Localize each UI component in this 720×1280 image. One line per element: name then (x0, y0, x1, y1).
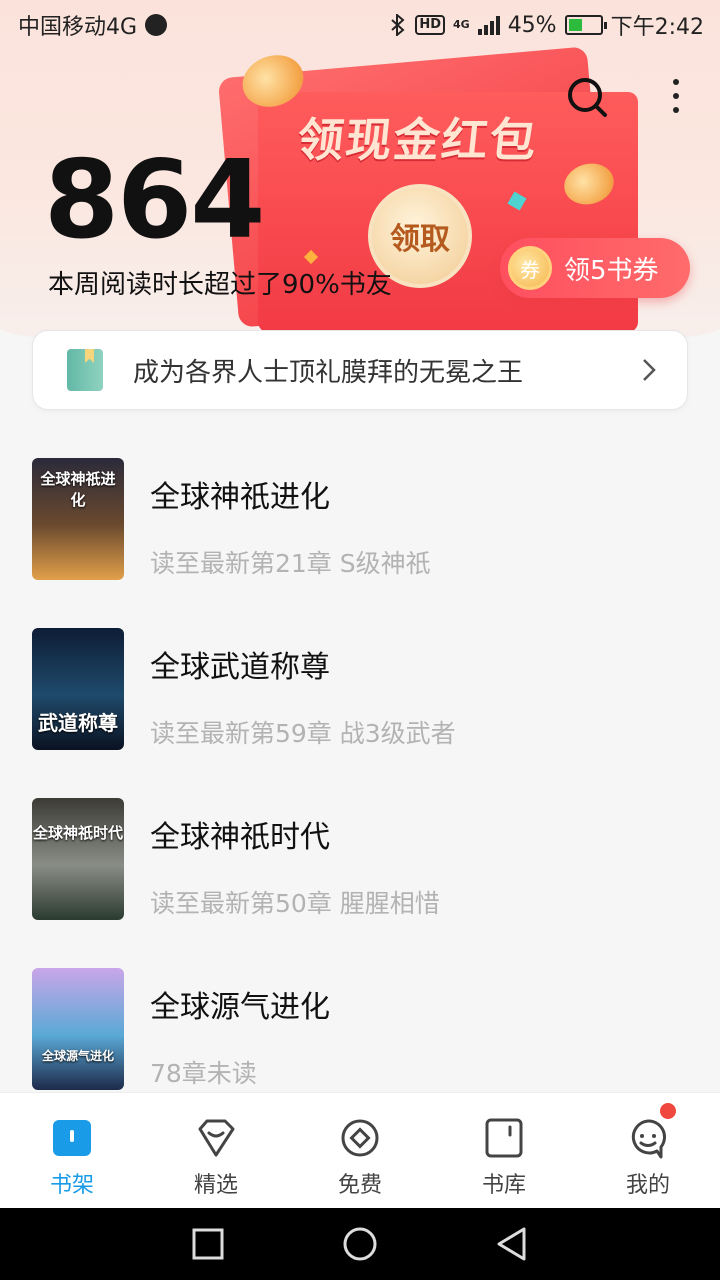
book-list-item[interactable]: 武道称尊 全球武道称尊读至最新第59章 战3级武者 (0, 618, 720, 788)
network-type: 4G (453, 18, 470, 31)
book-title: 全球神祇进化 (150, 480, 330, 515)
nav-tab-featured[interactable]: 精选 (144, 1093, 288, 1208)
recent-apps-icon[interactable] (190, 1226, 226, 1262)
battery-icon (564, 15, 607, 35)
book-cover-title: 全球神祇时代 (32, 824, 123, 842)
voucher-button[interactable]: 券 领5书券 (500, 238, 690, 298)
hd-badge: HD (415, 15, 445, 35)
nav-tab-library[interactable]: 书库 (432, 1093, 576, 1208)
book-progress: 78章未读 (150, 1059, 257, 1088)
book-list-item[interactable]: 全球神祇进化 全球神祇进化读至最新第21章 S级神祇 (0, 448, 720, 618)
search-icon[interactable] (566, 76, 608, 118)
book-cover-title: 全球源气进化 (41, 1049, 114, 1063)
home-icon[interactable] (342, 1226, 378, 1262)
bottom-navigation: 书架 精选 免费 书库 我的 (0, 1092, 720, 1208)
book-title: 全球源气进化 (150, 990, 330, 1025)
recommendation-text: 成为各界人士顶礼膜拜的无冕之王 (133, 357, 524, 388)
back-icon[interactable] (494, 1226, 530, 1262)
book-info: 全球武道称尊读至最新第59章 战3级武者 (150, 618, 456, 750)
nav-label: 书库 (481, 1173, 526, 1198)
library-icon (485, 1118, 523, 1158)
book-cover-title: 武道称尊 (38, 711, 118, 735)
book-info: 全球源气进化 78章未读 (150, 958, 330, 1090)
profile-icon (631, 1119, 666, 1159)
book-info: 全球神祇进化读至最新第21章 S级神祇 (150, 448, 431, 580)
bookshelf-list: 全球神祇进化 全球神祇进化 读至最新第21章 S级神祇 武道称尊 全球武道称尊 读至最新第… (0, 448, 720, 1128)
nav-label: 精选 (193, 1173, 238, 1198)
system-navigation-bar (0, 1208, 720, 1280)
book-cover-title: 全球神祇进化 (40, 470, 116, 509)
nav-tab-profile[interactable]: 我的 (576, 1093, 720, 1208)
battery-percent: 45% (507, 12, 557, 38)
nav-label: 免费 (337, 1173, 382, 1198)
red-packet-title: 领现金红包 (294, 113, 541, 167)
chevron-right-icon (643, 359, 656, 381)
gem-icon (198, 1119, 235, 1157)
bookshelf-icon (53, 1120, 91, 1156)
book-cover: 全球神祇进化 (32, 458, 124, 580)
globe-icon (145, 14, 168, 36)
recommendation-card[interactable]: 成为各界人士顶礼膜拜的无冕之王 (32, 330, 688, 410)
nav-tab-free[interactable]: 免费 (288, 1093, 432, 1208)
weekly-reading-minutes: 864 (44, 138, 265, 263)
signal-icon (477, 15, 500, 35)
reading-rank-description: 本周阅读时长超过了90%书友 (48, 270, 392, 300)
book-progress: 读至最新第50章 腥腥相惜 (150, 889, 440, 918)
voucher-label: 领5书券 (564, 255, 659, 286)
book-cover: 全球源气进化 (32, 968, 124, 1090)
book-icon (67, 349, 103, 391)
book-cover: 全球神祇时代 (32, 798, 124, 920)
status-bar: 中国移动4G HD 4G 45% 下午2:42 (0, 0, 720, 50)
nav-label: 我的 (625, 1173, 670, 1198)
nav-label: 书架 (49, 1173, 94, 1198)
book-list-item[interactable]: 全球神祇时代 全球神祇时代 读至最新第50章 腥腥相惜 (0, 788, 720, 958)
more-options-icon[interactable] (662, 76, 690, 116)
book-progress: 读至最新第21章 S级神祇 (150, 549, 431, 578)
coin-icon (341, 1119, 379, 1157)
carrier-label: 中国移动4G (18, 15, 138, 40)
notification-dot (660, 1103, 676, 1119)
book-title: 全球武道称尊 (150, 650, 330, 685)
voucher-coin-icon: 券 (508, 246, 552, 290)
book-progress: 读至最新第59章 战3级武者 (150, 719, 456, 748)
book-info: 全球神祇时代读至最新第50章 腥腥相惜 (150, 788, 440, 920)
book-title: 全球神祇时代 (150, 820, 330, 855)
bluetooth-icon (391, 14, 405, 36)
status-time: 下午2:42 (610, 15, 704, 40)
book-cover: 武道称尊 (32, 628, 124, 750)
nav-tab-bookshelf[interactable]: 书架 (0, 1093, 144, 1208)
